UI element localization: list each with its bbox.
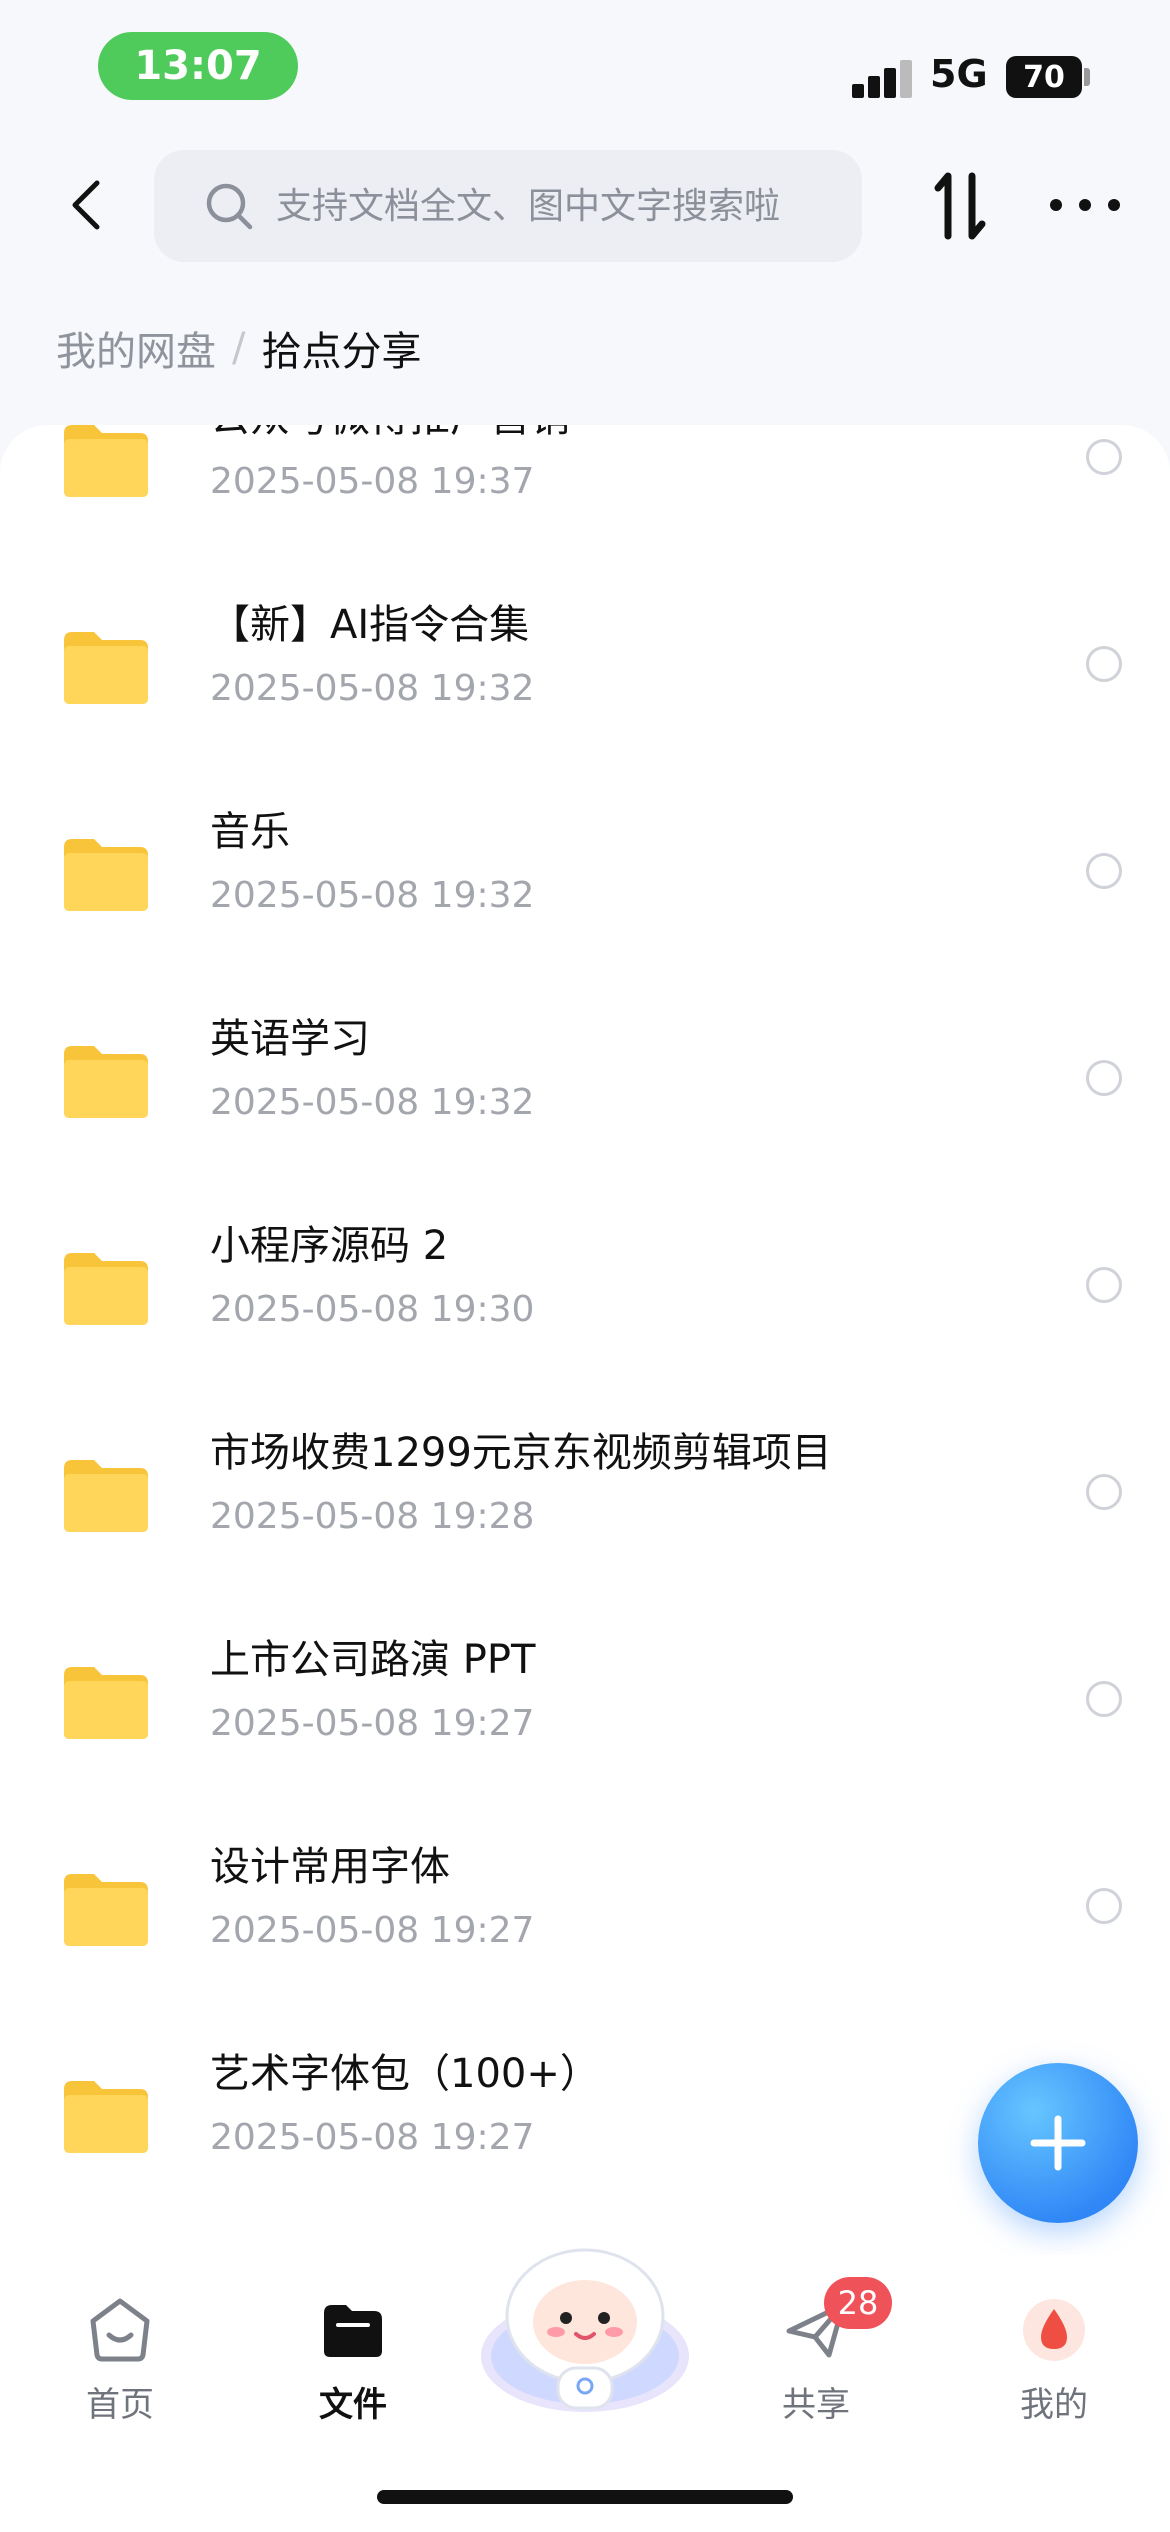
tab-files[interactable]: 文件 xyxy=(283,2255,423,2425)
chevron-left-icon xyxy=(72,180,100,230)
breadcrumb: 我的网盘 / 拾点分享 xyxy=(56,318,421,378)
search-icon xyxy=(206,183,253,230)
file-list: 公众号微博推广营销 2025-05-08 19:37 【新】AI指令合集 202… xyxy=(0,425,1170,2255)
battery-indicator: 70 xyxy=(1006,56,1082,98)
file-date: 2025-05-08 19:32 xyxy=(210,875,535,916)
folder-icon xyxy=(64,1874,148,1946)
file-name: 英语学习 xyxy=(210,1016,370,1062)
select-radio[interactable] xyxy=(1086,1681,1122,1717)
select-radio[interactable] xyxy=(1086,853,1122,889)
file-name: 公众号微博推广营销 xyxy=(210,425,570,443)
share-badge: 28 xyxy=(824,2277,892,2329)
file-name: 小程序源码 2 xyxy=(210,1223,449,1269)
dot xyxy=(1050,199,1062,211)
file-date: 2025-05-08 19:28 xyxy=(210,1496,535,1537)
folder-icon xyxy=(64,839,148,911)
folder-icon xyxy=(64,1046,148,1118)
select-radio[interactable] xyxy=(1086,1267,1122,1303)
status-bar: 13:07 5G 70 xyxy=(0,0,1170,130)
dot xyxy=(1079,199,1091,211)
folder-icon xyxy=(64,425,148,497)
file-date: 2025-05-08 19:30 xyxy=(210,1289,535,1330)
file-date: 2025-05-08 19:32 xyxy=(210,668,535,709)
folder-filled-icon xyxy=(324,2305,382,2357)
status-time: 13:07 xyxy=(98,32,298,100)
folder-icon xyxy=(64,2081,148,2153)
home-icon xyxy=(90,2298,150,2362)
dot xyxy=(1108,199,1120,211)
tab-me[interactable]: 我的 xyxy=(984,2255,1124,2425)
list-item[interactable]: 音乐 2025-05-08 19:32 xyxy=(0,761,1170,968)
add-button[interactable] xyxy=(978,2063,1138,2223)
tab-home-label: 首页 xyxy=(86,2385,154,2425)
tab-share-label: 共享 xyxy=(782,2385,850,2425)
plus-icon xyxy=(1030,2115,1086,2171)
select-radio[interactable] xyxy=(1086,1474,1122,1510)
search-bar[interactable] xyxy=(154,150,862,262)
network-type: 5G xyxy=(930,52,988,96)
file-date: 2025-05-08 19:27 xyxy=(210,1703,535,1744)
signal-strength-icon xyxy=(852,58,914,98)
tab-share[interactable]: 28 共享 xyxy=(746,2255,892,2425)
file-name: 【新】AI指令合集 xyxy=(210,602,530,648)
tab-files-label: 文件 xyxy=(319,2385,387,2425)
breadcrumb-separator: / xyxy=(232,325,246,371)
select-radio[interactable] xyxy=(1086,646,1122,682)
file-name: 上市公司路演 PPT xyxy=(210,1637,536,1683)
folder-icon xyxy=(64,1253,148,1325)
list-item[interactable]: 公众号微博推广营销 2025-05-08 19:37 xyxy=(0,425,1170,554)
breadcrumb-root[interactable]: 我的网盘 xyxy=(56,319,216,377)
mascot-avatar-icon[interactable] xyxy=(478,2238,692,2416)
list-item[interactable]: 市场收费1299元京东视频剪辑项目 2025-05-08 19:28 xyxy=(0,1382,1170,1589)
file-name: 市场收费1299元京东视频剪辑项目 xyxy=(210,1430,832,1476)
file-date: 2025-05-08 19:32 xyxy=(210,1082,535,1123)
file-name: 艺术字体包（100+） xyxy=(210,2051,600,2097)
breadcrumb-current: 拾点分享 xyxy=(261,329,422,375)
list-item[interactable]: 设计常用字体 2025-05-08 19:27 xyxy=(0,1796,1170,2003)
battery-tip xyxy=(1084,68,1090,86)
home-indicator xyxy=(377,2490,793,2504)
folder-icon xyxy=(64,632,148,704)
file-date: 2025-05-08 19:27 xyxy=(210,1910,535,1951)
list-item[interactable]: 上市公司路演 PPT 2025-05-08 19:27 xyxy=(0,1589,1170,1796)
profile-drop-icon xyxy=(1023,2299,1085,2361)
search-input[interactable] xyxy=(276,185,836,227)
folder-icon xyxy=(64,1667,148,1739)
file-name: 音乐 xyxy=(210,809,290,855)
file-date: 2025-05-08 19:37 xyxy=(210,461,535,502)
tab-me-label: 我的 xyxy=(1020,2385,1088,2425)
select-radio[interactable] xyxy=(1086,439,1122,475)
list-item[interactable]: 英语学习 2025-05-08 19:32 xyxy=(0,968,1170,1175)
list-item[interactable]: 小程序源码 2 2025-05-08 19:30 xyxy=(0,1175,1170,1382)
tab-home[interactable]: 首页 xyxy=(50,2255,190,2425)
select-radio[interactable] xyxy=(1086,1060,1122,1096)
file-date: 2025-05-08 19:27 xyxy=(210,2117,535,2158)
sort-button[interactable] xyxy=(920,170,1000,242)
sort-icon xyxy=(934,172,986,240)
folder-icon xyxy=(64,1460,148,1532)
file-name: 设计常用字体 xyxy=(210,1844,450,1890)
select-radio[interactable] xyxy=(1086,1888,1122,1924)
more-options-button[interactable] xyxy=(1050,180,1120,230)
back-button[interactable] xyxy=(58,172,114,238)
list-item[interactable]: 【新】AI指令合集 2025-05-08 19:32 xyxy=(0,554,1170,761)
